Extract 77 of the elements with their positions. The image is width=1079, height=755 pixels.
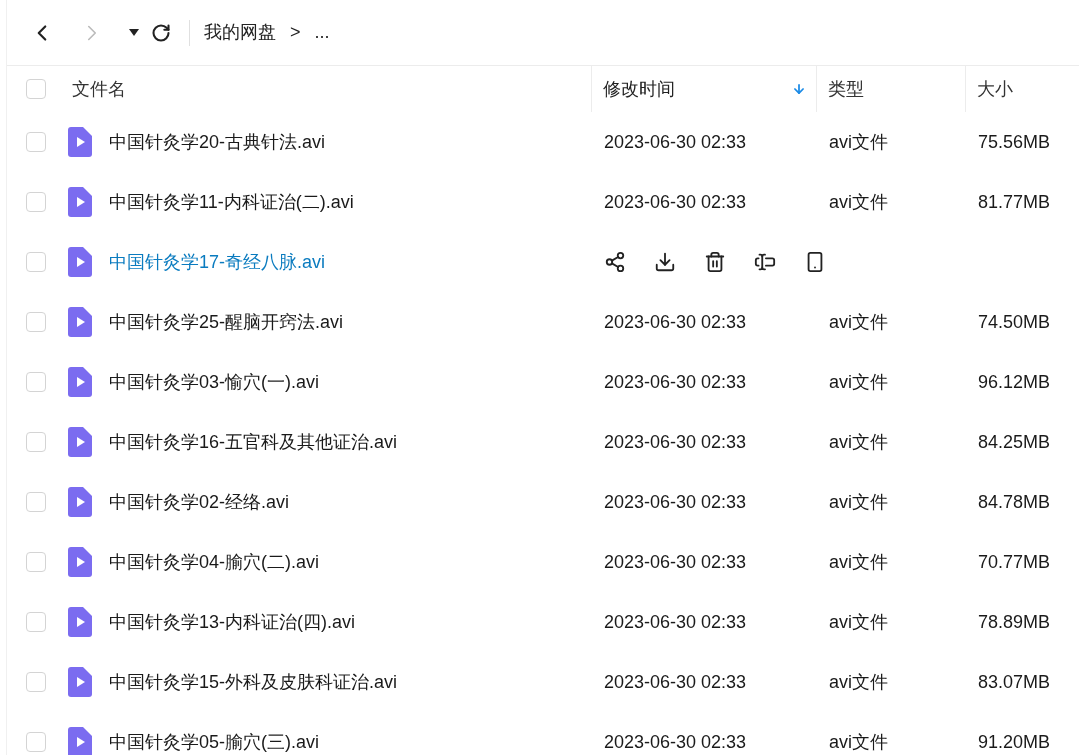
file-name[interactable]: 中国针灸学13-内科证治(四).avi — [109, 608, 355, 636]
download-icon[interactable] — [654, 251, 676, 273]
checkbox[interactable] — [26, 432, 46, 452]
modified-time: 2023-06-30 02:33 — [603, 370, 748, 394]
file-size: 70.77MB — [977, 550, 1051, 574]
modified-time: 2023-06-30 02:33 — [603, 670, 748, 694]
file-size: 74.50MB — [977, 310, 1051, 334]
dropdown-caret-icon[interactable] — [129, 29, 139, 36]
checkbox[interactable] — [26, 552, 46, 572]
checkbox[interactable] — [26, 192, 46, 212]
column-header[interactable]: 修改时间 — [603, 75, 676, 103]
video-file-icon — [68, 247, 92, 277]
modified-time: 2023-06-30 02:33 — [603, 490, 748, 514]
file-size: 83.07MB — [977, 670, 1051, 694]
file-name[interactable]: 中国针灸学02-经络.avi — [109, 488, 290, 516]
checkbox[interactable] — [26, 79, 46, 99]
file-type: avi文件 — [828, 610, 889, 634]
file-type: avi文件 — [828, 130, 889, 154]
file-size: 81.77MB — [977, 190, 1051, 214]
checkbox[interactable] — [26, 372, 46, 392]
file-type: avi文件 — [828, 730, 889, 754]
file-type: avi文件 — [828, 310, 889, 334]
file-name[interactable]: 中国针灸学03-愉穴(一).avi — [109, 368, 319, 396]
file-type: avi文件 — [828, 190, 889, 214]
file-size: 91.20MB — [977, 730, 1051, 754]
video-file-icon — [68, 127, 92, 157]
modified-time: 2023-06-30 02:33 — [603, 550, 748, 574]
video-file-icon — [68, 607, 92, 637]
file-name[interactable]: 中国针灸学04-腧穴(二).avi — [109, 548, 319, 576]
file-type: avi文件 — [828, 490, 889, 514]
file-name[interactable]: 中国针灸学17-奇经八脉.avi — [109, 248, 326, 276]
sort-arrow-icon — [792, 82, 807, 96]
checkbox[interactable] — [26, 312, 46, 332]
modified-time: 2023-06-30 02:33 — [603, 430, 748, 454]
file-size: 78.89MB — [977, 610, 1051, 634]
column-header[interactable]: 文件名 — [72, 75, 126, 103]
column-header[interactable]: 大小 — [977, 75, 1014, 103]
modified-time: 2023-06-30 02:33 — [603, 610, 748, 634]
video-file-icon — [68, 427, 92, 457]
breadcrumb-item[interactable]: ... — [314, 19, 330, 46]
modified-time: 2023-06-30 02:33 — [603, 310, 748, 334]
checkbox[interactable] — [26, 672, 46, 692]
checkbox[interactable] — [26, 612, 46, 632]
checkbox[interactable] — [26, 252, 46, 272]
file-name[interactable]: 中国针灸学25-醒脑开窍法.avi — [109, 308, 344, 336]
refresh-icon[interactable] — [151, 22, 171, 43]
modified-time: 2023-06-30 02:33 — [603, 190, 748, 214]
file-name[interactable]: 中国针灸学15-外科及皮肤科证治.avi — [109, 668, 398, 696]
file-name[interactable]: 中国针灸学05-腧穴(三).avi — [109, 728, 319, 755]
file-name[interactable]: 中国针灸学11-内科证治(二).avi — [109, 188, 354, 216]
trash-icon[interactable] — [704, 251, 726, 273]
file-size: 84.78MB — [977, 490, 1051, 514]
file-type: avi文件 — [828, 430, 889, 454]
file-name[interactable]: 中国针灸学20-古典针法.avi — [109, 128, 326, 156]
breadcrumb-item[interactable]: 我的网盘 — [204, 19, 276, 46]
video-file-icon — [68, 367, 92, 397]
video-file-icon — [68, 187, 92, 217]
breadcrumb-separator: > — [290, 21, 301, 44]
checkbox[interactable] — [26, 732, 46, 752]
column-header[interactable]: 类型 — [828, 75, 865, 103]
video-file-icon — [68, 307, 92, 337]
video-file-icon — [68, 547, 92, 577]
checkbox[interactable] — [26, 492, 46, 512]
checkbox[interactable] — [26, 132, 46, 152]
modified-time: 2023-06-30 02:33 — [603, 130, 748, 154]
video-file-icon — [68, 487, 92, 517]
file-size: 75.56MB — [977, 130, 1051, 154]
file-size: 96.12MB — [977, 370, 1051, 394]
video-file-icon — [68, 667, 92, 697]
rename-icon[interactable] — [754, 251, 776, 273]
file-type: avi文件 — [828, 370, 889, 394]
modified-time: 2023-06-30 02:33 — [603, 730, 748, 754]
file-type: avi文件 — [828, 550, 889, 574]
file-type: avi文件 — [828, 670, 889, 694]
share-icon[interactable] — [604, 251, 626, 273]
file-size: 84.25MB — [977, 430, 1051, 454]
file-name[interactable]: 中国针灸学16-五官科及其他证治.avi — [109, 428, 398, 456]
